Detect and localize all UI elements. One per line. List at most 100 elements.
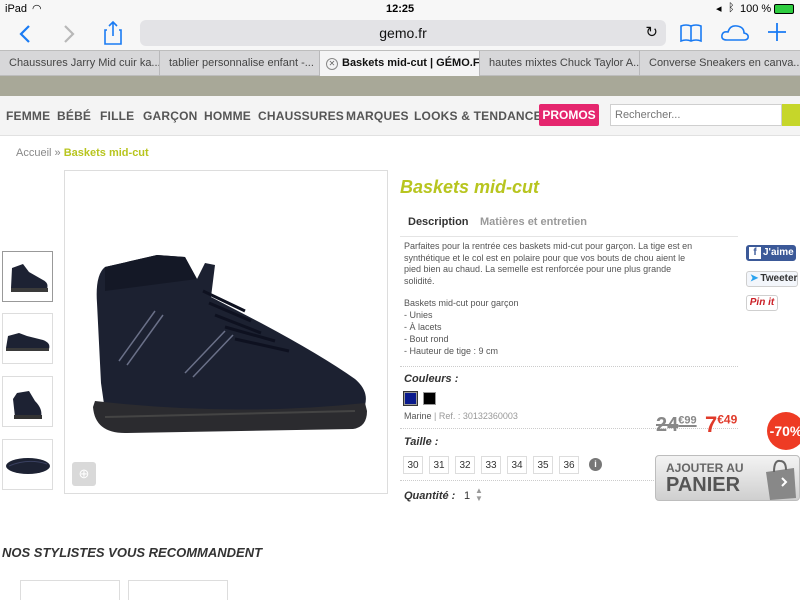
old-price-dec: €99	[678, 414, 697, 427]
browser-toolbar: gemo.fr ↻	[0, 18, 800, 50]
bluetooth-icon: ᛒ	[728, 2, 735, 14]
tab-label: Baskets mid-cut | GÉMO.FR	[342, 57, 480, 69]
size-info-icon[interactable]: i	[589, 458, 602, 471]
new-price-dec: €49	[717, 412, 738, 427]
detail-item: - Hauteur de tige : 9 cm	[404, 346, 499, 356]
new-tab-icon[interactable]	[766, 21, 788, 43]
search-input[interactable]	[610, 104, 782, 126]
tab-label: Converse Sneakers en canva...	[649, 57, 800, 69]
forward-arrow-icon[interactable]	[62, 24, 76, 44]
size-33[interactable]: 33	[481, 456, 501, 474]
shoe-thumbnail-image	[6, 458, 50, 474]
thumbnail-1[interactable]	[2, 251, 53, 302]
quantity-value[interactable]: 1	[464, 490, 470, 502]
detail-item: - À lacets	[404, 322, 442, 332]
product-main-image: ⊕	[64, 170, 388, 494]
site-header-band	[0, 76, 800, 96]
location-icon: ◂	[716, 3, 722, 15]
reload-icon[interactable]: ↻	[645, 20, 658, 46]
thumbnail-4[interactable]	[2, 439, 53, 490]
clock: 12:25	[386, 3, 415, 15]
divider	[400, 366, 738, 367]
size-34[interactable]: 34	[507, 456, 527, 474]
size-32[interactable]: 32	[455, 456, 475, 474]
breadcrumb-separator: »	[54, 147, 61, 159]
browser-tab-strip: Chaussures Jarry Mid cuir ka... tablier …	[0, 50, 800, 77]
product-ref: | Ref. : 30132360003	[434, 411, 518, 421]
details-title: Baskets mid-cut pour garçon	[404, 298, 519, 308]
nav-fille[interactable]: FILLE	[100, 109, 134, 123]
tab-jarry[interactable]: Chaussures Jarry Mid cuir ka...	[0, 51, 160, 76]
breadcrumb: Accueil » Baskets mid-cut	[16, 147, 149, 159]
colors-label: Couleurs :	[404, 373, 459, 385]
quantity-stepper-icon[interactable]: ▲ ▼	[475, 487, 483, 503]
color-ref: Marine | Ref. : 30132360003	[404, 411, 518, 421]
shoe-illustration	[93, 255, 367, 433]
shoe-thumbnail-image	[13, 391, 42, 419]
shoe-thumbnail-image	[11, 264, 48, 292]
breadcrumb-home[interactable]: Accueil	[16, 147, 51, 159]
size-30[interactable]: 30	[403, 456, 423, 474]
new-price: 7€49	[705, 412, 737, 438]
nav-marques[interactable]: MARQUES	[346, 109, 409, 123]
nav-garcon[interactable]: GARÇON	[143, 109, 198, 123]
icloud-tabs-icon[interactable]	[720, 23, 750, 43]
product-title: Baskets mid-cut	[400, 177, 540, 197]
tab-description[interactable]: Description	[408, 216, 469, 228]
quantity-label: Quantité :	[404, 490, 456, 502]
pinterest-button[interactable]: Pin it	[746, 295, 778, 311]
old-price: 24€99	[656, 414, 697, 437]
cart-line1: AJOUTER AU	[666, 461, 744, 475]
back-arrow-icon[interactable]	[18, 24, 32, 44]
description-text: Parfaites pour la rentrée ces baskets mi…	[404, 241, 693, 286]
thumbnail-2[interactable]	[2, 313, 53, 364]
twitter-bird-icon: ➤	[750, 273, 759, 284]
size-36[interactable]: 36	[559, 456, 579, 474]
tab-converse[interactable]: Converse Sneakers en canva...	[640, 51, 800, 76]
bookmarks-icon[interactable]	[680, 23, 702, 43]
size-35[interactable]: 35	[533, 456, 553, 474]
size-31[interactable]: 31	[429, 456, 449, 474]
facebook-label: J'aime	[763, 247, 794, 258]
search-button[interactable]	[782, 104, 800, 126]
recommendation-card[interactable]	[128, 580, 228, 600]
shoe-thumbnail-image	[6, 333, 50, 351]
color-name: Marine	[404, 411, 432, 421]
nav-promos-button[interactable]: PROMOS	[539, 104, 599, 126]
nav-chaussures[interactable]: CHAUSSURES	[258, 109, 344, 123]
close-tab-icon[interactable]: ✕	[326, 58, 338, 70]
nav-homme[interactable]: HOMME	[204, 109, 251, 123]
tab-label: Chaussures Jarry Mid cuir ka...	[9, 57, 160, 69]
battery-icon	[774, 4, 794, 14]
tab-tablier[interactable]: tablier personnalise enfant -...	[160, 51, 320, 76]
device-label: iPad	[5, 3, 28, 15]
main-navigation: FEMME BÉBÉ FILLE GARÇON HOMME CHAUSSURES…	[0, 96, 800, 136]
facebook-like-button[interactable]: f J'aime	[746, 245, 796, 261]
url-text: gemo.fr	[379, 25, 427, 41]
tab-label: hautes mixtes Chuck Taylor A...	[489, 57, 640, 69]
battery-percent: 100 %	[740, 3, 772, 15]
recommendation-card[interactable]	[20, 580, 120, 600]
zoom-button[interactable]: ⊕	[72, 462, 96, 486]
thumbnail-3[interactable]	[2, 376, 53, 427]
detail-item: - Bout rond	[404, 334, 449, 344]
tab-matieres-entretien[interactable]: Matières et entretien	[480, 216, 587, 228]
color-swatch-black[interactable]	[423, 392, 436, 405]
wifi-icon: ◠	[32, 3, 42, 15]
tweet-button[interactable]: ➤ Tweeter	[746, 271, 798, 287]
tab-label: tablier personnalise enfant -...	[169, 57, 314, 69]
nav-femme[interactable]: FEMME	[6, 109, 50, 123]
breadcrumb-current: Baskets mid-cut	[63, 147, 149, 159]
recommendations-title: NOS STYLISTES VOUS RECOMMANDENT	[2, 545, 263, 560]
address-bar[interactable]: gemo.fr ↻	[140, 20, 666, 46]
add-to-cart-button[interactable]: AJOUTER AU PANIER	[655, 455, 800, 501]
nav-looks-tendances[interactable]: LOOKS & TENDANCES	[414, 109, 550, 123]
twitter-label: Tweeter	[760, 273, 798, 284]
tab-chuck-taylor[interactable]: hautes mixtes Chuck Taylor A...	[480, 51, 640, 76]
color-swatch-marine[interactable]	[403, 391, 418, 406]
status-bar: iPad ◠ 12:25 ◂ ᛒ 100 %	[0, 0, 800, 18]
nav-bebe[interactable]: BÉBÉ	[57, 109, 91, 123]
tab-baskets-active[interactable]: ✕ Baskets mid-cut | GÉMO.FR	[320, 51, 480, 77]
share-icon[interactable]	[104, 20, 122, 46]
facebook-icon: f	[749, 247, 761, 259]
